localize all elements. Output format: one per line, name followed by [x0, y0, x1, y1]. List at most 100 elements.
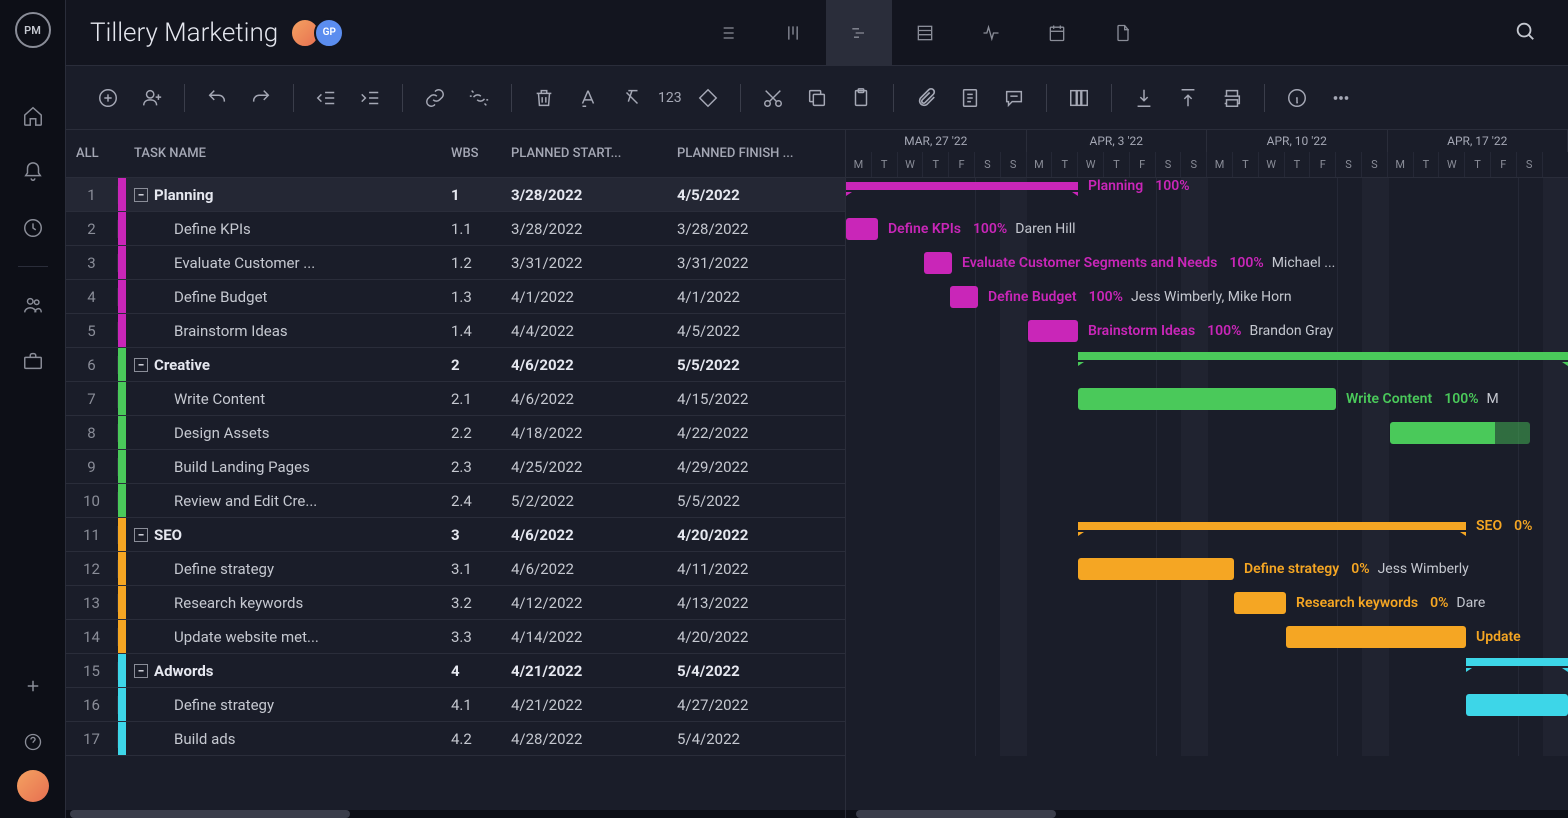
- wbs-cell[interactable]: 1.1: [451, 220, 511, 238]
- gantt-bar[interactable]: Write Content100%M: [1078, 388, 1336, 410]
- wbs-cell[interactable]: 1: [451, 186, 511, 204]
- finish-cell[interactable]: 4/22/2022: [677, 424, 845, 442]
- task-name-cell[interactable]: −Planning: [126, 186, 451, 204]
- view-board-icon[interactable]: [760, 0, 826, 66]
- finish-cell[interactable]: 4/15/2022: [677, 390, 845, 408]
- finish-cell[interactable]: 4/27/2022: [677, 696, 845, 714]
- clear-format-icon[interactable]: [614, 80, 650, 116]
- gantt-bar[interactable]: Evaluate Customer Segments and Needs100%…: [924, 252, 952, 274]
- paste-icon[interactable]: [843, 80, 879, 116]
- task-name-cell[interactable]: Write Content: [126, 390, 451, 408]
- start-cell[interactable]: 4/21/2022: [511, 662, 677, 680]
- start-cell[interactable]: 4/1/2022: [511, 288, 677, 306]
- view-list-icon[interactable]: [694, 0, 760, 66]
- wbs-cell[interactable]: 3.2: [451, 594, 511, 612]
- col-name[interactable]: TASK NAME: [126, 146, 451, 161]
- app-logo[interactable]: PM: [15, 12, 51, 48]
- collapse-icon[interactable]: −: [134, 528, 148, 542]
- wbs-cell[interactable]: 3.1: [451, 560, 511, 578]
- wbs-cell[interactable]: 1.4: [451, 322, 511, 340]
- task-name-cell[interactable]: −Adwords: [126, 662, 451, 680]
- start-cell[interactable]: 3/28/2022: [511, 220, 677, 238]
- start-cell[interactable]: 4/12/2022: [511, 594, 677, 612]
- notes-icon[interactable]: [952, 80, 988, 116]
- start-cell[interactable]: 4/25/2022: [511, 458, 677, 476]
- milestone-icon[interactable]: [690, 80, 726, 116]
- wbs-cell[interactable]: 4: [451, 662, 511, 680]
- task-row[interactable]: 11−SEO34/6/20224/20/2022: [66, 518, 845, 552]
- start-cell[interactable]: 4/21/2022: [511, 696, 677, 714]
- undo-icon[interactable]: [199, 80, 235, 116]
- task-row[interactable]: 4Define Budget1.34/1/20224/1/2022: [66, 280, 845, 314]
- search-icon[interactable]: [1506, 12, 1544, 54]
- gantt-bar[interactable]: Planning100%: [846, 182, 1078, 190]
- view-gantt-icon[interactable]: [826, 0, 892, 66]
- copy-icon[interactable]: [799, 80, 835, 116]
- add-task-icon[interactable]: [90, 80, 126, 116]
- comment-icon[interactable]: [996, 80, 1032, 116]
- view-file-icon[interactable]: [1090, 0, 1156, 66]
- task-name-cell[interactable]: Evaluate Customer ...: [126, 254, 451, 272]
- wbs-cell[interactable]: 2: [451, 356, 511, 374]
- task-name-cell[interactable]: Update website met...: [126, 628, 451, 646]
- finish-cell[interactable]: 4/20/2022: [677, 628, 845, 646]
- attach-icon[interactable]: [908, 80, 944, 116]
- start-cell[interactable]: 3/28/2022: [511, 186, 677, 204]
- task-name-cell[interactable]: Define strategy: [126, 696, 451, 714]
- cut-icon[interactable]: [755, 80, 791, 116]
- start-cell[interactable]: 4/28/2022: [511, 730, 677, 748]
- clock-icon[interactable]: [0, 200, 65, 256]
- more-icon[interactable]: [1323, 80, 1359, 116]
- task-name-cell[interactable]: Review and Edit Cre...: [126, 492, 451, 510]
- task-name-cell[interactable]: Research keywords: [126, 594, 451, 612]
- task-name-cell[interactable]: Build Landing Pages: [126, 458, 451, 476]
- export-icon[interactable]: [1170, 80, 1206, 116]
- gantt-bar[interactable]: SEO0%: [1078, 522, 1466, 530]
- task-row[interactable]: 17Build ads4.24/28/20225/4/2022: [66, 722, 845, 756]
- user-avatar[interactable]: [17, 770, 49, 802]
- task-row[interactable]: 9Build Landing Pages2.34/25/20224/29/202…: [66, 450, 845, 484]
- task-row[interactable]: 6−Creative24/6/20225/5/2022: [66, 348, 845, 382]
- task-name-cell[interactable]: Design Assets: [126, 424, 451, 442]
- wbs-cell[interactable]: 4.1: [451, 696, 511, 714]
- indent-icon[interactable]: [352, 80, 388, 116]
- number-icon[interactable]: 123: [658, 80, 682, 116]
- task-row[interactable]: 16Define strategy4.14/21/20224/27/2022: [66, 688, 845, 722]
- task-row[interactable]: 7Write Content2.14/6/20224/15/2022: [66, 382, 845, 416]
- task-row[interactable]: 2Define KPIs1.13/28/20223/28/2022: [66, 212, 845, 246]
- task-name-cell[interactable]: Brainstorm Ideas: [126, 322, 451, 340]
- start-cell[interactable]: 4/6/2022: [511, 526, 677, 544]
- delete-icon[interactable]: [526, 80, 562, 116]
- view-activity-icon[interactable]: [958, 0, 1024, 66]
- start-cell[interactable]: 4/18/2022: [511, 424, 677, 442]
- outdent-icon[interactable]: [308, 80, 344, 116]
- unlink-icon[interactable]: [461, 80, 497, 116]
- columns-icon[interactable]: [1061, 80, 1097, 116]
- view-calendar-icon[interactable]: [1024, 0, 1090, 66]
- finish-cell[interactable]: 5/5/2022: [677, 356, 845, 374]
- gantt-bar[interactable]: Define Budget100%Jess Wimberly, Mike Hor…: [950, 286, 978, 308]
- link-icon[interactable]: [417, 80, 453, 116]
- print-icon[interactable]: [1214, 80, 1250, 116]
- gantt-bar[interactable]: [1466, 694, 1568, 716]
- start-cell[interactable]: 4/6/2022: [511, 560, 677, 578]
- wbs-cell[interactable]: 2.4: [451, 492, 511, 510]
- gantt-bar[interactable]: Brainstorm Ideas100%Brandon Gray: [1028, 320, 1078, 342]
- finish-cell[interactable]: 5/4/2022: [677, 662, 845, 680]
- gantt-bar[interactable]: [1390, 422, 1530, 444]
- start-cell[interactable]: 4/6/2022: [511, 390, 677, 408]
- finish-cell[interactable]: 5/5/2022: [677, 492, 845, 510]
- task-name-cell[interactable]: Define KPIs: [126, 220, 451, 238]
- finish-cell[interactable]: 4/1/2022: [677, 288, 845, 306]
- start-cell[interactable]: 4/6/2022: [511, 356, 677, 374]
- collapse-icon[interactable]: −: [134, 664, 148, 678]
- member-avatars[interactable]: GP: [296, 18, 344, 48]
- collapse-icon[interactable]: −: [134, 188, 148, 202]
- start-cell[interactable]: 4/14/2022: [511, 628, 677, 646]
- finish-cell[interactable]: 5/4/2022: [677, 730, 845, 748]
- finish-cell[interactable]: 3/28/2022: [677, 220, 845, 238]
- text-style-icon[interactable]: [570, 80, 606, 116]
- wbs-cell[interactable]: 4.2: [451, 730, 511, 748]
- info-icon[interactable]: [1279, 80, 1315, 116]
- collapse-icon[interactable]: −: [134, 358, 148, 372]
